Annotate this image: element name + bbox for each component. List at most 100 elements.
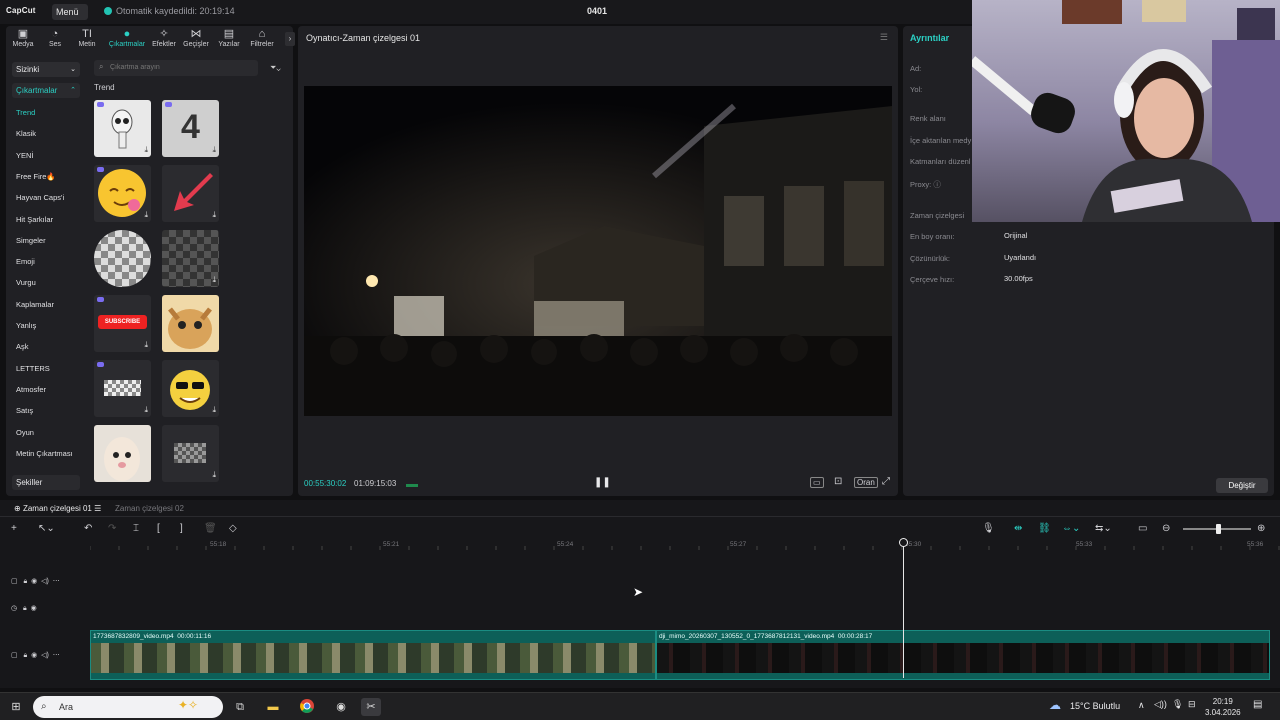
tab-filters[interactable]: ⌂ Filtreler bbox=[245, 28, 279, 50]
download-icon[interactable]: ⤓ bbox=[144, 145, 148, 155]
microphone-icon[interactable]: 🎙 bbox=[982, 523, 995, 534]
screenshot-icon[interactable]: ⊡ bbox=[834, 476, 842, 487]
sidebar-category-item[interactable]: Hayvan Caps'i bbox=[16, 193, 64, 202]
change-button[interactable]: Değiştir bbox=[1216, 478, 1268, 493]
playhead[interactable] bbox=[903, 540, 904, 678]
sidebar-category-item[interactable]: Atmosfer bbox=[16, 385, 46, 394]
pause-icon[interactable]: ❚❚ bbox=[594, 477, 611, 488]
download-icon[interactable]: ⤓ bbox=[144, 340, 148, 350]
sidebar-category-item[interactable]: Satış bbox=[16, 406, 33, 415]
sticker-emoji-love[interactable]: ⤓ bbox=[94, 165, 151, 222]
caption-icon[interactable]: ▭ bbox=[1138, 523, 1147, 534]
sticker-search-input[interactable]: Çıkartma arayın bbox=[94, 60, 258, 76]
notifications-icon[interactable]: ▤ bbox=[1253, 699, 1262, 710]
select-tool-icon[interactable]: ↖⌄ bbox=[38, 523, 55, 534]
dropdown-stickers[interactable]: Çıkartmalar ⌃ bbox=[12, 83, 80, 98]
menu-icon[interactable]: ☰ bbox=[94, 504, 101, 513]
toolbar-scroll-right-icon[interactable]: › bbox=[285, 32, 295, 46]
sidebar-category-item[interactable]: Aşk bbox=[16, 342, 29, 351]
more-icon[interactable]: ⋯ bbox=[53, 578, 60, 585]
tab-transitions[interactable]: ⋈ Geçişler bbox=[179, 28, 213, 50]
taskbar-clock[interactable]: 20:19 3.04.2026 bbox=[1205, 696, 1241, 718]
preview-axis-icon[interactable]: ⇆⌄ bbox=[1095, 523, 1112, 534]
snap-icon[interactable]: ⇔⌄ bbox=[1062, 523, 1080, 534]
playhead-handle[interactable] bbox=[899, 538, 908, 547]
speaker-icon[interactable]: ◁) bbox=[41, 578, 49, 585]
download-icon[interactable]: ⤓ bbox=[144, 405, 148, 415]
microphone-icon[interactable]: 🎙 bbox=[1172, 699, 1183, 710]
sidebar-category-item[interactable]: Oyun bbox=[16, 428, 34, 437]
sidebar-category-item[interactable]: LETTERS bbox=[16, 364, 50, 373]
eye-icon[interactable]: ◉ bbox=[31, 652, 37, 659]
sidebar-category-item[interactable]: Klasik bbox=[16, 129, 36, 138]
chrome-icon[interactable] bbox=[297, 698, 317, 716]
sticker-cool-emoji[interactable]: ⤓ bbox=[162, 360, 219, 417]
eye-icon[interactable]: ◉ bbox=[31, 578, 37, 585]
download-icon[interactable]: ⤓ bbox=[212, 145, 216, 155]
sidebar-category-item[interactable]: Free Fire🔥 bbox=[16, 172, 56, 181]
tab-effects[interactable]: ✧ Efektler bbox=[147, 28, 181, 50]
file-explorer-icon[interactable]: ▬ bbox=[263, 698, 283, 716]
info-icon[interactable]: ⓘ bbox=[933, 180, 941, 189]
tab-captions[interactable]: ▤ Yazılar bbox=[212, 28, 246, 50]
zoom-slider-handle[interactable] bbox=[1216, 524, 1221, 534]
zoom-in-icon[interactable]: ⊕ bbox=[1257, 523, 1265, 534]
magnet-icon[interactable]: ⇹ bbox=[1014, 523, 1022, 534]
sidebar-category-item[interactable]: Simgeler bbox=[16, 236, 46, 245]
timeline-ruler[interactable] bbox=[90, 540, 1280, 552]
sticker-pixel-block[interactable]: ⤓ bbox=[162, 425, 219, 482]
split-left-icon[interactable]: [ bbox=[157, 523, 160, 534]
tab-media[interactable]: ▣ Medya bbox=[6, 28, 40, 50]
filter-icon[interactable]: ⏷⌄ bbox=[270, 63, 281, 73]
sticker-hamster[interactable] bbox=[94, 425, 151, 482]
sidebar-category-item[interactable]: Hit Şarkılar bbox=[16, 215, 53, 224]
sticker-subscribe[interactable]: SUBSCRIBE ⤓ bbox=[94, 295, 151, 352]
tray-chevron-up-icon[interactable]: ∧ bbox=[1138, 700, 1145, 711]
sticker-countdown[interactable]: 4 ⤓ bbox=[162, 100, 219, 157]
dropdown-shapes[interactable]: Şekiller bbox=[12, 475, 80, 490]
lock-icon[interactable]: 🔒︎ bbox=[23, 652, 27, 659]
tab-stickers[interactable]: ● Çıkartmalar bbox=[108, 28, 146, 50]
menu-button[interactable]: Menü ⌄ bbox=[52, 4, 88, 33]
download-icon[interactable]: ⤓ bbox=[212, 275, 216, 285]
speaker-icon[interactable]: ◁) bbox=[41, 652, 49, 659]
lock-icon[interactable]: 🔒︎ bbox=[23, 605, 27, 612]
redo-icon[interactable]: ↷ bbox=[108, 523, 116, 534]
link-icon[interactable]: ⛓ bbox=[1038, 523, 1051, 534]
sticker-blur-square[interactable]: ⤓ bbox=[162, 230, 219, 287]
tab-timeline-02[interactable]: Zaman çizelgesi 02 bbox=[115, 504, 184, 513]
track-icon[interactable]: ▢ bbox=[11, 652, 18, 659]
sticker-cat-meme[interactable] bbox=[162, 295, 219, 352]
obs-icon[interactable]: ◉ bbox=[331, 698, 351, 716]
track-icon[interactable]: ▢ bbox=[11, 578, 18, 585]
sidebar-category-item[interactable]: YENİ bbox=[16, 151, 34, 160]
sticker-blur-circle[interactable]: ⤓ bbox=[94, 230, 151, 287]
download-icon[interactable]: ⤓ bbox=[144, 210, 148, 220]
weather-text[interactable]: 15°C Bulutlu bbox=[1070, 701, 1120, 711]
marker-icon[interactable]: ◇ bbox=[229, 523, 237, 534]
split-icon[interactable]: ⌶ bbox=[133, 523, 139, 534]
dropdown-mine[interactable]: Sizinki ⌄ bbox=[12, 62, 80, 77]
split-right-icon[interactable]: ] bbox=[180, 523, 183, 534]
download-icon[interactable]: ⤓ bbox=[212, 210, 216, 220]
network-icon[interactable]: ⊟ bbox=[1188, 699, 1196, 710]
tab-text[interactable]: TI Metin bbox=[70, 28, 104, 50]
sticker-pixel-text[interactable]: ⤓ bbox=[94, 360, 151, 417]
delete-icon[interactable]: 🗑 bbox=[204, 523, 217, 534]
zoom-out-icon[interactable]: ⊖ bbox=[1162, 523, 1170, 534]
ratio-button[interactable]: Oran bbox=[854, 477, 878, 488]
sidebar-category-item[interactable]: Metin Çıkartması bbox=[16, 449, 73, 458]
sticker-skull[interactable]: ⤓ bbox=[94, 100, 151, 157]
more-icon[interactable]: ⋯ bbox=[53, 652, 60, 659]
eye-icon[interactable]: ◉ bbox=[31, 605, 37, 612]
tab-timeline-01[interactable]: ⊕ Zaman çizelgesi 01 ☰ bbox=[14, 504, 101, 513]
clock-icon[interactable]: ◷ bbox=[11, 605, 17, 612]
timeline-toggle-icon[interactable]: ▭ bbox=[810, 477, 824, 488]
sidebar-category-item[interactable]: Kaplamalar bbox=[16, 300, 54, 309]
sidebar-category-item[interactable]: Trend bbox=[16, 108, 35, 117]
video-frame[interactable] bbox=[304, 86, 892, 416]
lock-icon[interactable]: 🔒︎ bbox=[23, 578, 27, 585]
download-icon[interactable]: ⤓ bbox=[212, 470, 216, 480]
copilot-sparkle-icon[interactable]: ✦✧ bbox=[178, 698, 198, 712]
volume-icon[interactable]: ◁)) bbox=[1154, 699, 1167, 710]
